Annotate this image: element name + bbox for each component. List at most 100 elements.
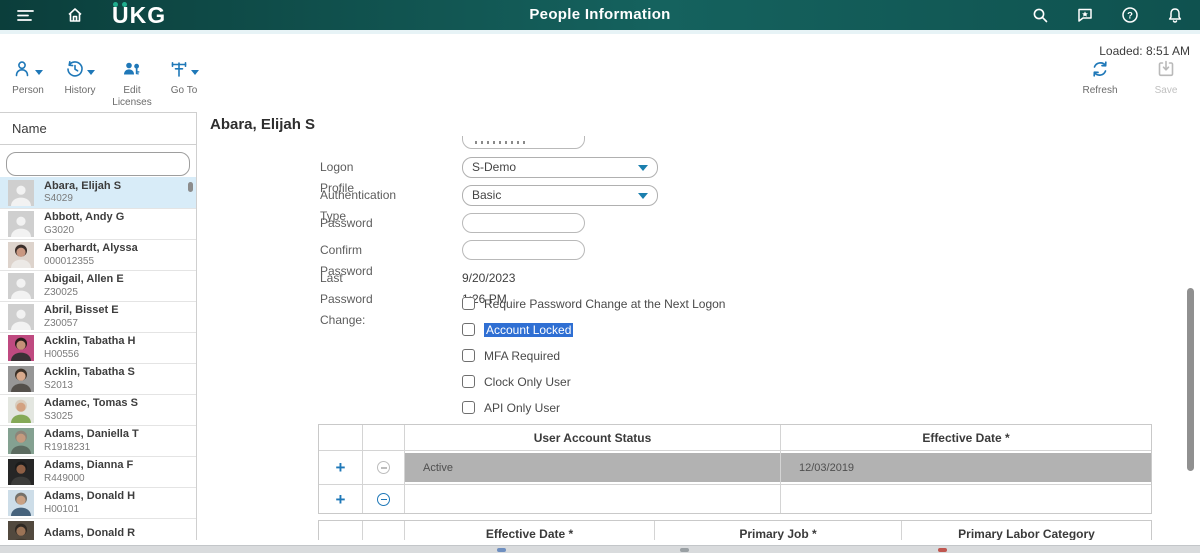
main-scrollbar-thumb[interactable]	[1187, 288, 1194, 471]
remove-row-button[interactable]	[377, 461, 390, 474]
person-list-item[interactable]: Abara, Elijah S S4029	[0, 177, 196, 208]
authentication-type-select[interactable]: Basic	[462, 185, 658, 206]
top-navigation-bar: UKG People Information ?	[0, 0, 1200, 30]
person-name: Abigail, Allen E	[44, 273, 124, 286]
date-cell[interactable]: 12/03/2019	[781, 451, 1151, 484]
person-text: Acklin, Tabatha H H00556	[44, 335, 135, 360]
edit-licenses-icon	[122, 59, 142, 84]
person-id: R1918231	[44, 442, 139, 454]
avatar	[8, 335, 34, 361]
checkbox-row[interactable]: MFA Required	[462, 349, 725, 362]
person-list-item[interactable]: Abbott, Andy G G3020	[0, 208, 196, 239]
people-list: Abara, Elijah S S4029 Abbott, Andy G G30…	[0, 177, 196, 540]
person-list-item[interactable]: Adams, Donald R	[0, 518, 196, 540]
account-options-checkboxes: Require Password Change at the Next Logo…	[462, 297, 725, 427]
edit-licenses-button[interactable]: Edit Licenses	[106, 60, 158, 108]
checkbox-row[interactable]: Clock Only User	[462, 375, 725, 388]
checkbox-label: MFA Required	[484, 349, 560, 363]
avatar	[8, 490, 34, 516]
person-list-item[interactable]: Aberhardt, Alyssa 000012355	[0, 239, 196, 270]
person-name: Aberhardt, Alyssa	[44, 242, 138, 255]
menu-icon[interactable]	[10, 0, 40, 30]
person-id: H00556	[44, 349, 135, 361]
notifications-icon[interactable]	[1160, 0, 1190, 30]
status-table-body: Active 12/03/2019	[319, 450, 1151, 513]
search-input[interactable]	[6, 152, 190, 176]
person-name: Adams, Donald R	[44, 527, 135, 540]
sidebar-scrollbar-thumb[interactable]	[188, 182, 193, 192]
add-row-button[interactable]	[336, 459, 346, 476]
person-list-item[interactable]: Adams, Daniella T R1918231	[0, 425, 196, 456]
add-column-header	[319, 521, 363, 540]
status-table-row: Active 12/03/2019	[319, 450, 1151, 484]
password-field[interactable]	[462, 213, 585, 233]
sidebar-header: Name	[0, 113, 196, 145]
remove-row-button[interactable]	[377, 493, 390, 506]
status-table-row	[319, 484, 1151, 513]
confirm-password-field[interactable]	[462, 240, 585, 260]
checkbox-row[interactable]: API Only User	[462, 401, 725, 414]
taskbar-icon	[497, 548, 506, 552]
help-icon[interactable]: ?	[1115, 0, 1145, 30]
go-to-icon	[169, 59, 189, 84]
logon-profile-select[interactable]: S-Demo	[462, 157, 658, 178]
go-to-button-label: Go To	[158, 85, 210, 97]
checkbox[interactable]	[462, 323, 475, 336]
avatar	[8, 211, 34, 237]
status-cell[interactable]	[405, 485, 781, 513]
page-title: People Information	[529, 0, 670, 30]
people-sidebar: Name Abara, Elijah S S4029	[0, 112, 197, 540]
history-icon	[65, 59, 85, 84]
person-list-item[interactable]: Acklin, Tabatha H H00556	[0, 332, 196, 363]
go-to-button[interactable]: Go To	[158, 60, 210, 108]
checkbox[interactable]	[462, 375, 475, 388]
checkbox-label: Account Locked	[484, 323, 573, 337]
main-content: Abara, Elijah S Logon Profile S-Demo Aut…	[197, 112, 1200, 540]
person-text: Abril, Bisset E Z30057	[44, 304, 119, 329]
add-row-button[interactable]	[336, 491, 346, 508]
person-name: Adamec, Tomas S	[44, 397, 138, 410]
person-list-item[interactable]: Adams, Dianna F R449000	[0, 456, 196, 487]
checkbox[interactable]	[462, 401, 475, 414]
checkbox-row[interactable]: Account Locked	[462, 323, 725, 336]
svg-text:?: ?	[1127, 11, 1133, 22]
last-password-change-label: Last Password Change:	[320, 268, 373, 331]
search-icon[interactable]	[1025, 0, 1055, 30]
person-list-item[interactable]: Acklin, Tabatha S S2013	[0, 363, 196, 394]
topbar-accent-strip	[0, 30, 1200, 34]
status-cell[interactable]: Active	[405, 451, 781, 484]
avatar	[8, 180, 34, 206]
checkbox-row[interactable]: Require Password Change at the Next Logo…	[462, 297, 725, 310]
person-list-item[interactable]: Adams, Donald H H00101	[0, 487, 196, 518]
checkbox[interactable]	[462, 297, 475, 310]
toolbar-right: Refresh Save	[1074, 60, 1192, 97]
avatar	[8, 304, 34, 330]
add-column-header	[319, 425, 363, 450]
person-list-item[interactable]: Abigail, Allen E Z30025	[0, 270, 196, 301]
person-list-item[interactable]: Abril, Bisset E Z30057	[0, 301, 196, 332]
clipped-input[interactable]	[462, 136, 585, 149]
save-button[interactable]: Save	[1140, 60, 1192, 97]
user-account-status-table: User Account Status Effective Date * Act…	[318, 424, 1152, 514]
save-button-label: Save	[1140, 85, 1192, 97]
feedback-icon[interactable]	[1070, 0, 1100, 30]
refresh-button[interactable]: Refresh	[1074, 60, 1126, 97]
history-button[interactable]: History	[54, 60, 106, 108]
person-button-label: Person	[2, 85, 54, 97]
person-text: Adams, Dianna F R449000	[44, 459, 133, 484]
person-id: Z30057	[44, 318, 119, 330]
date-cell[interactable]	[781, 485, 1151, 513]
person-text: Abigail, Allen E Z30025	[44, 273, 124, 298]
effective-date-header: Effective Date *	[781, 425, 1151, 450]
person-name: Abara, Elijah S	[44, 180, 121, 193]
ukg-logo: UKG	[112, 0, 166, 30]
person-button[interactable]: Person	[2, 60, 54, 108]
checkbox[interactable]	[462, 349, 475, 362]
home-icon[interactable]	[60, 0, 90, 30]
password-label: Password	[320, 213, 373, 234]
person-list-item[interactable]: Adamec, Tomas S S3025	[0, 394, 196, 425]
person-id: Z30025	[44, 287, 124, 299]
person-text: Adamec, Tomas S S3025	[44, 397, 138, 422]
avatar	[8, 397, 34, 423]
checkbox-label: Require Password Change at the Next Logo…	[484, 297, 725, 311]
